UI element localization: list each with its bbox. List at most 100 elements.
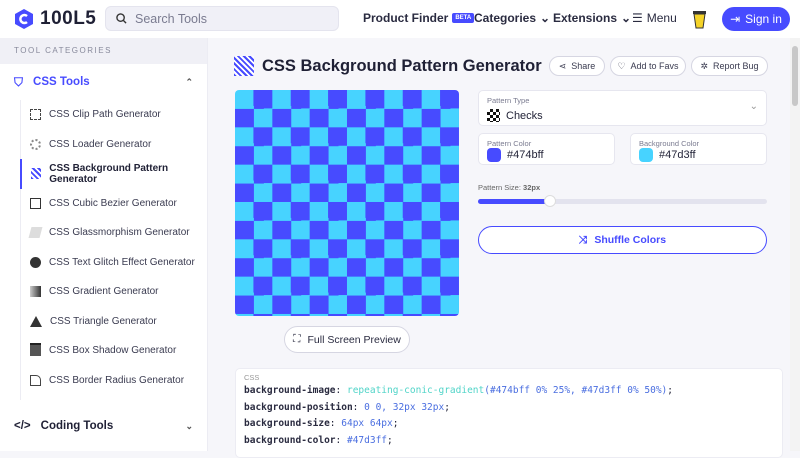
border-radius-icon bbox=[30, 374, 41, 386]
chevron-down-icon: ⌄ bbox=[540, 11, 551, 25]
pattern-icon bbox=[234, 56, 254, 76]
sidebar-item[interactable]: CSS Text Glitch Effect Generator bbox=[21, 248, 207, 278]
nav-extensions[interactable]: Extensions ⌄ bbox=[553, 11, 631, 25]
box-shadow-icon bbox=[30, 345, 41, 357]
css-val: 0 0, 32px 32px bbox=[364, 401, 445, 413]
logo[interactable]: 100L5 bbox=[14, 8, 96, 30]
sidebar-item-label: CSS Gradient Generator bbox=[49, 286, 159, 298]
share-button[interactable]: ⋖ Share bbox=[549, 56, 605, 76]
logo-text: 100L5 bbox=[40, 8, 97, 29]
share-label: Share bbox=[571, 61, 596, 71]
sign-in-icon: ⇥ bbox=[730, 12, 741, 26]
sign-in-button[interactable]: ⇥ Sign in bbox=[722, 7, 790, 31]
nav-categories[interactable]: Categories ⌄ bbox=[474, 11, 550, 25]
main-content: CSS Background Pattern Generator ⋖ Share … bbox=[210, 38, 790, 458]
pattern-size-label: Pattern Size: 32px bbox=[478, 183, 540, 192]
favs-label: Add to Favs bbox=[630, 61, 679, 71]
css-code-block[interactable]: CSS background-image: repeating-conic-gr… bbox=[235, 368, 783, 458]
sidebar-item-label: CSS Box Shadow Generator bbox=[49, 345, 177, 357]
sidebar-item-label: CSS Loader Generator bbox=[49, 138, 152, 150]
beta-badge: BETA bbox=[452, 13, 475, 23]
pattern-color-field[interactable]: Pattern Color #474bff bbox=[478, 133, 615, 165]
sidebar-heading: TOOL CATEGORIES bbox=[0, 38, 207, 64]
category-coding-tools[interactable]: </> Coding Tools ⌄ bbox=[0, 411, 207, 441]
sidebar-item[interactable]: CSS Border Radius Generator bbox=[21, 366, 207, 396]
background-color-field[interactable]: Background Color #47d3ff bbox=[630, 133, 767, 165]
scrollbar[interactable] bbox=[790, 38, 800, 451]
category-css-tools[interactable]: ⛉ CSS Tools ⌃ bbox=[0, 64, 207, 100]
chevron-down-icon: ⌄ bbox=[749, 101, 758, 112]
category-label: Coding Tools bbox=[40, 420, 114, 432]
title-text: CSS Background Pattern Generator bbox=[262, 56, 542, 75]
coffee-cup-icon[interactable] bbox=[693, 9, 706, 34]
nav-menu[interactable]: ☰ Menu bbox=[632, 11, 677, 25]
sidebar-item-label: CSS Triangle Generator bbox=[50, 315, 157, 327]
sidebar-item[interactable]: CSS Glassmorphism Generator bbox=[21, 218, 207, 248]
background-color-label: Background Color bbox=[639, 139, 700, 148]
bezier-icon bbox=[30, 197, 41, 209]
sidebar-item-label: CSS Background Pattern Generator bbox=[49, 162, 169, 185]
chevron-up-icon: ⌃ bbox=[185, 76, 193, 87]
search-icon bbox=[116, 13, 127, 24]
sidebar-item[interactable]: CSS Gradient Generator bbox=[21, 277, 207, 307]
add-to-favs-button[interactable]: ♡ Add to Favs bbox=[610, 56, 686, 76]
size-label: Pattern Size: bbox=[478, 183, 521, 192]
pattern-size-slider[interactable] bbox=[478, 195, 767, 207]
pattern-color-label: Pattern Color bbox=[487, 139, 532, 148]
scrollbar-thumb[interactable] bbox=[792, 46, 798, 106]
slider-fill bbox=[478, 199, 551, 204]
pattern-type-select[interactable]: Pattern Type Checks ⌄ bbox=[478, 90, 767, 126]
sidebar-item[interactable]: CSS Box Shadow Generator bbox=[21, 336, 207, 366]
report-bug-button[interactable]: ✲ Report Bug bbox=[691, 56, 768, 76]
nav-label: Product Finder bbox=[363, 11, 449, 25]
search-input[interactable]: Search Tools bbox=[105, 6, 339, 31]
sidebar-item-label: CSS Glassmorphism Generator bbox=[49, 227, 190, 239]
pattern-color-swatch[interactable] bbox=[487, 148, 501, 162]
shuffle-icon: ⤨ bbox=[578, 233, 588, 246]
sidebar-item[interactable]: CSS Loader Generator bbox=[21, 130, 207, 160]
css-val: #47d3ff bbox=[346, 434, 388, 446]
top-bar: 100L5 Search Tools Product Finder BETA Ca… bbox=[0, 0, 800, 38]
sidebar-item[interactable]: CSS Background Pattern Generator bbox=[20, 159, 207, 189]
full-screen-preview-button[interactable]: ⛶ Full Screen Preview bbox=[284, 326, 410, 353]
sidebar-item[interactable]: CSS Cubic Bezier Generator bbox=[21, 189, 207, 219]
loader-icon bbox=[30, 138, 41, 150]
code-line: background-image: repeating-conic-gradie… bbox=[244, 385, 674, 396]
css-prop: background-size bbox=[244, 418, 330, 429]
bug-icon: ✲ bbox=[700, 60, 708, 71]
css-tools-list: CSS Clip Path Generator CSS Loader Genera… bbox=[20, 100, 207, 400]
code-icon: </> bbox=[14, 420, 31, 432]
css-fn: repeating-conic-gradient bbox=[346, 385, 485, 396]
chevron-down-icon: ⌄ bbox=[621, 11, 632, 25]
code-line: background-position: 0 0, 32px 32px; bbox=[244, 401, 450, 413]
shuffle-colors-button[interactable]: ⤨ Shuffle Colors bbox=[478, 226, 767, 254]
sidebar-item[interactable]: CSS Clip Path Generator bbox=[21, 100, 207, 130]
glitch-icon bbox=[30, 256, 41, 268]
sign-in-label: Sign in bbox=[745, 12, 782, 26]
nav-product-finder[interactable]: Product Finder BETA bbox=[363, 11, 475, 25]
background-color-swatch[interactable] bbox=[639, 148, 653, 162]
shuffle-label: Shuffle Colors bbox=[594, 234, 667, 246]
sidebar: TOOL CATEGORIES ⛉ CSS Tools ⌃ CSS Clip P… bbox=[0, 38, 208, 451]
sidebar-item-label: CSS Cubic Bezier Generator bbox=[49, 197, 177, 209]
background-color-value: #47d3ff bbox=[659, 149, 696, 161]
pattern-color-value: #474bff bbox=[507, 149, 544, 161]
menu-icon: ☰ bbox=[632, 11, 643, 25]
sidebar-item-label: CSS Clip Path Generator bbox=[49, 109, 161, 121]
heart-icon: ♡ bbox=[617, 60, 626, 71]
code-line: background-color: #47d3ff; bbox=[244, 434, 393, 446]
nav-label: Extensions bbox=[553, 11, 618, 25]
slider-thumb[interactable] bbox=[544, 195, 557, 207]
size-value: 32px bbox=[523, 183, 541, 192]
checks-icon bbox=[487, 109, 500, 122]
code-label: CSS bbox=[244, 373, 260, 382]
report-label: Report Bug bbox=[713, 61, 759, 71]
search-placeholder: Search Tools bbox=[135, 11, 208, 26]
sidebar-item[interactable]: CSS Triangle Generator bbox=[21, 307, 207, 337]
share-icon: ⋖ bbox=[558, 60, 567, 71]
pattern-type-value: Checks bbox=[487, 109, 543, 122]
code-line: background-size: 64px 64px; bbox=[244, 418, 399, 429]
page-title: CSS Background Pattern Generator bbox=[234, 56, 542, 76]
sidebar-item-label: CSS Border Radius Generator bbox=[49, 374, 185, 386]
gradient-icon bbox=[30, 286, 41, 298]
